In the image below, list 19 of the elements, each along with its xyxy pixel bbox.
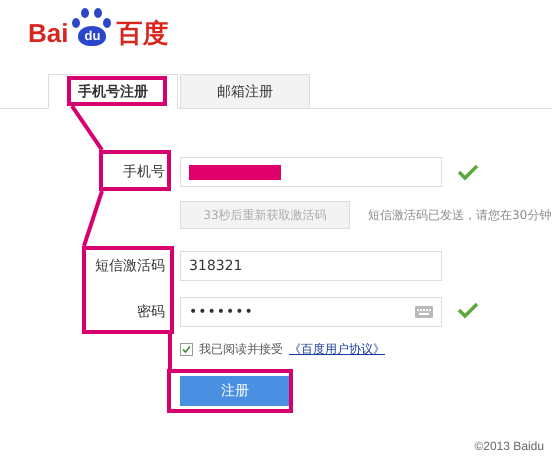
logo-text: 百度 [116, 18, 168, 48]
field-label: 密码 [136, 303, 165, 321]
logo-paw: du [78, 26, 106, 46]
field-label: 短信激活码 [94, 257, 165, 275]
leader-line [168, 334, 172, 370]
logo-text: Bai [28, 18, 68, 48]
agreement-link[interactable]: 《百度用户协议》 [289, 341, 385, 358]
annotation-box [99, 150, 171, 191]
agreement-text: 我已阅读并接受 [199, 341, 283, 358]
field-label: 手机号 [122, 163, 165, 181]
password-field[interactable]: ••••••• [180, 297, 442, 327]
checkbox[interactable] [180, 343, 193, 356]
copyright: ©2013 Baidu [474, 439, 544, 453]
input-field[interactable] [180, 157, 442, 187]
tab[interactable]: 邮箱注册 [180, 74, 310, 109]
input-field[interactable]: 318321 [180, 251, 442, 281]
leader-line [82, 191, 104, 246]
sms-hint: 短信激活码已发送，请您在30分钟 [368, 206, 552, 224]
leader-line [70, 106, 104, 150]
